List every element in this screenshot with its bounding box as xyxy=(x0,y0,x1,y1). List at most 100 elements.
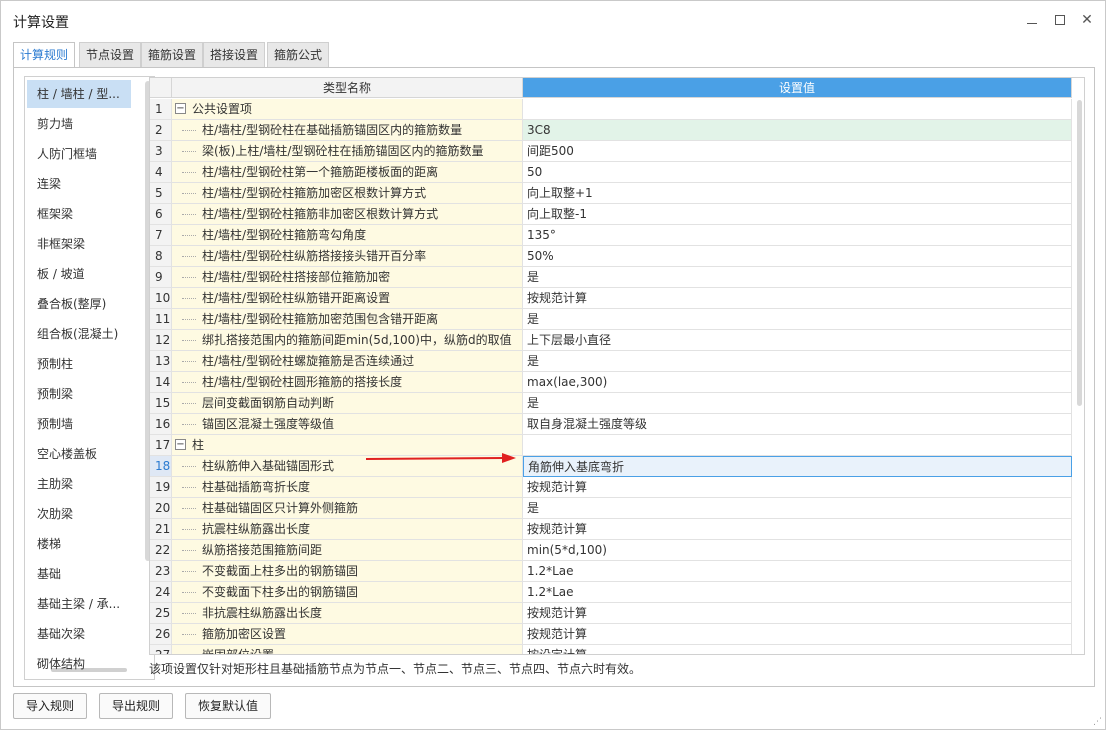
table-row[interactable]: 5 柱/墙柱/型钢砼柱箍筋加密区根数计算方式 向上取整+1 xyxy=(150,183,1072,204)
setting-value-cell[interactable]: 向上取整+1 xyxy=(523,183,1072,204)
table-row[interactable]: 25 非抗震柱纵筋露出长度 按规范计算 xyxy=(150,603,1072,624)
sidebar-item[interactable]: 基础 xyxy=(27,560,131,588)
setting-value-cell[interactable] xyxy=(523,435,1072,456)
setting-value-cell[interactable]: 是 xyxy=(523,393,1072,414)
table-row[interactable]: 2 柱/墙柱/型钢砼柱在基础插筋锚固区内的箍筋数量 3C8 xyxy=(150,120,1072,141)
setting-value-cell[interactable]: 间距500 xyxy=(523,141,1072,162)
collapse-icon[interactable]: − xyxy=(175,103,186,114)
group-row[interactable]: 1− 公共设置项 xyxy=(150,99,1072,120)
setting-value-cell[interactable]: 3C8 xyxy=(523,120,1072,141)
type-name-cell: 柱/墙柱/型钢砼柱箍筋加密范围包含错开距离 xyxy=(172,309,523,330)
hint-text: 该项设置仅针对矩形柱且基础插筋节点为节点一、节点二、节点三、节点四、节点六时有效… xyxy=(149,662,642,676)
setting-name: 非抗震柱纵筋露出长度 xyxy=(202,606,323,620)
setting-value-cell[interactable]: 是 xyxy=(523,309,1072,330)
sidebar-item[interactable]: 主肋梁 xyxy=(27,470,131,498)
close-button[interactable]: ✕ xyxy=(1077,10,1097,30)
table-row[interactable]: 9 柱/墙柱/型钢砼柱搭接部位箍筋加密 是 xyxy=(150,267,1072,288)
sidebar-item[interactable]: 柱 / 墙柱 / 型... xyxy=(27,80,131,108)
sidebar-item[interactable]: 楼梯 xyxy=(27,530,131,558)
setting-name: 柱/墙柱/型钢砼柱螺旋箍筋是否连续通过 xyxy=(202,354,415,368)
window-title: 计算设置 xyxy=(13,15,69,31)
resize-grip-icon[interactable]: ⋰ xyxy=(1093,717,1102,727)
setting-value-cell[interactable]: min(5*d,100) xyxy=(523,540,1072,561)
tree-connector xyxy=(182,277,196,278)
sidebar-item[interactable]: 砌体结构 xyxy=(27,650,131,678)
sidebar-item[interactable]: 预制梁 xyxy=(27,380,131,408)
tab-lap-settings[interactable]: 搭接设置 xyxy=(203,42,266,67)
setting-value-cell[interactable]: 是 xyxy=(523,351,1072,372)
setting-value-cell[interactable]: 上下层最小直径 xyxy=(523,330,1072,351)
export-rules-button[interactable]: 导出规则 xyxy=(99,693,174,719)
setting-value-cell[interactable]: 角筋伸入基底弯折 xyxy=(523,456,1072,477)
import-rules-button[interactable]: 导入规则 xyxy=(13,693,88,719)
setting-value-cell[interactable]: max(lae,300) xyxy=(523,372,1072,393)
row-number: 10 xyxy=(150,288,172,309)
setting-value-cell[interactable]: 是 xyxy=(523,498,1072,519)
sidebar-item[interactable]: 叠合板(整厚) xyxy=(27,290,131,318)
table-row[interactable]: 15 层间变截面钢筋自动判断 是 xyxy=(150,393,1072,414)
sidebar-item[interactable]: 板 / 坡道 xyxy=(27,260,131,288)
setting-value-cell[interactable]: 按规范计算 xyxy=(523,624,1072,645)
grid-scrollbar[interactable] xyxy=(1077,100,1082,406)
setting-value-cell[interactable]: 按设定计算 xyxy=(523,645,1072,654)
table-row[interactable]: 3 梁(板)上柱/墙柱/型钢砼柱在插筋锚固区内的箍筋数量 间距500 xyxy=(150,141,1072,162)
table-row[interactable]: 6 柱/墙柱/型钢砼柱箍筋非加密区根数计算方式 向上取整-1 xyxy=(150,204,1072,225)
collapse-icon[interactable]: − xyxy=(175,439,186,450)
maximize-icon xyxy=(1055,15,1065,25)
table-row[interactable]: 20 柱基础锚固区只计算外侧箍筋 是 xyxy=(150,498,1072,519)
minimize-button[interactable] xyxy=(1022,10,1042,30)
table-row[interactable]: 7 柱/墙柱/型钢砼柱箍筋弯勾角度 135° xyxy=(150,225,1072,246)
table-row[interactable]: 10 柱/墙柱/型钢砼柱纵筋错开距离设置 按规范计算 xyxy=(150,288,1072,309)
group-row[interactable]: 17− 柱 xyxy=(150,435,1072,456)
sidebar-item[interactable]: 空心楼盖板 xyxy=(27,440,131,468)
tab-calc-rules[interactable]: 计算规则 xyxy=(13,42,76,68)
setting-value-cell[interactable]: 按规范计算 xyxy=(523,603,1072,624)
table-row[interactable]: 11 柱/墙柱/型钢砼柱箍筋加密范围包含错开距离 是 xyxy=(150,309,1072,330)
sidebar-item[interactable]: 基础次梁 xyxy=(27,620,131,648)
setting-value-cell[interactable]: 取自身混凝土强度等级 xyxy=(523,414,1072,435)
table-row[interactable]: 19 柱基础插筋弯折长度 按规范计算 xyxy=(150,477,1072,498)
sidebar-item[interactable]: 人防门框墙 xyxy=(27,140,131,168)
setting-value-cell[interactable]: 按规范计算 xyxy=(523,519,1072,540)
setting-value-cell[interactable]: 是 xyxy=(523,267,1072,288)
setting-value-cell[interactable] xyxy=(523,99,1072,120)
table-row[interactable]: 16 锚固区混凝土强度等级值 取自身混凝土强度等级 xyxy=(150,414,1072,435)
setting-value-cell[interactable]: 50 xyxy=(523,162,1072,183)
table-row[interactable]: 13 柱/墙柱/型钢砼柱螺旋箍筋是否连续通过 是 xyxy=(150,351,1072,372)
table-row[interactable]: 23 不变截面上柱多出的钢筋锚固 1.2*Lae xyxy=(150,561,1072,582)
table-row[interactable]: 26 箍筋加密区设置 按规范计算 xyxy=(150,624,1072,645)
table-row[interactable]: 8 柱/墙柱/型钢砼柱纵筋搭接接头错开百分率 50% xyxy=(150,246,1072,267)
table-row[interactable]: 21 抗震柱纵筋露出长度 按规范计算 xyxy=(150,519,1072,540)
row-number: 7 xyxy=(150,225,172,246)
setting-value-cell[interactable]: 向上取整-1 xyxy=(523,204,1072,225)
setting-value-cell[interactable]: 135° xyxy=(523,225,1072,246)
tree-connector xyxy=(182,634,196,635)
sidebar-item[interactable]: 框架梁 xyxy=(27,200,131,228)
maximize-button[interactable] xyxy=(1050,10,1070,30)
sidebar-item[interactable]: 基础主梁 / 承... xyxy=(27,590,131,618)
table-row[interactable]: 22 纵筋搭接范围箍筋间距 min(5*d,100) xyxy=(150,540,1072,561)
setting-value-cell[interactable]: 50% xyxy=(523,246,1072,267)
table-row[interactable]: 18 柱纵筋伸入基础锚固形式 角筋伸入基底弯折 xyxy=(150,456,1072,477)
annotation-arrow xyxy=(365,453,516,463)
table-row[interactable]: 24 不变截面下柱多出的钢筋锚固 1.2*Lae xyxy=(150,582,1072,603)
sidebar-item[interactable]: 预制柱 xyxy=(27,350,131,378)
setting-value-cell[interactable]: 按规范计算 xyxy=(523,477,1072,498)
table-row[interactable]: 27 嵌固部位设置 按设定计算 xyxy=(150,645,1072,654)
sidebar-item[interactable]: 非框架梁 xyxy=(27,230,131,258)
table-row[interactable]: 4 柱/墙柱/型钢砼柱第一个箍筋距楼板面的距离 50 xyxy=(150,162,1072,183)
tab-node-settings[interactable]: 节点设置 xyxy=(79,42,142,67)
table-row[interactable]: 12 绑扎搭接范围内的箍筋间距min(5d,100)中，纵筋d的取值 上下层最小直径 xyxy=(150,330,1072,351)
sidebar-item[interactable]: 次肋梁 xyxy=(27,500,131,528)
sidebar-item[interactable]: 组合板(混凝土) xyxy=(27,320,131,348)
sidebar-item[interactable]: 预制墙 xyxy=(27,410,131,438)
reset-default-button[interactable]: 恢复默认值 xyxy=(185,693,272,719)
setting-value-cell[interactable]: 按规范计算 xyxy=(523,288,1072,309)
sidebar-item[interactable]: 剪力墙 xyxy=(27,110,131,138)
setting-value-cell[interactable]: 1.2*Lae xyxy=(523,582,1072,603)
setting-value-cell[interactable]: 1.2*Lae xyxy=(523,561,1072,582)
table-row[interactable]: 14 柱/墙柱/型钢砼柱圆形箍筋的搭接长度 max(lae,300) xyxy=(150,372,1072,393)
tab-stirrup-settings[interactable]: 箍筋设置 xyxy=(141,42,204,67)
sidebar-item[interactable]: 连梁 xyxy=(27,170,131,198)
tab-stirrup-formula[interactable]: 箍筋公式 xyxy=(267,42,330,67)
